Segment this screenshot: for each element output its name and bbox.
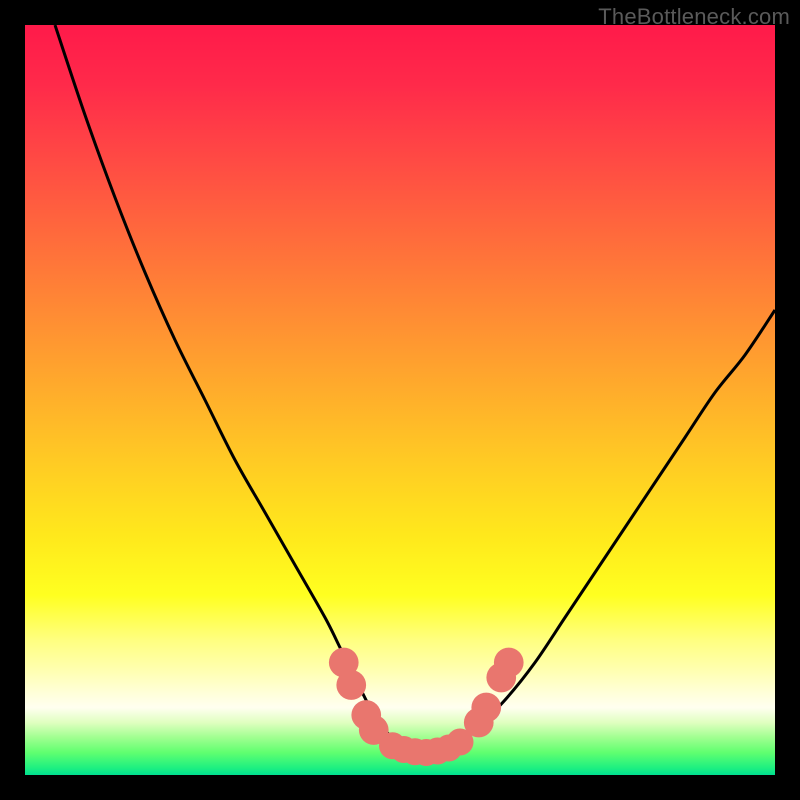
watermark-text: TheBottleneck.com [598, 4, 790, 30]
chart-container: TheBottleneck.com [0, 0, 800, 800]
marker-dot [494, 648, 524, 678]
curve-markers [329, 648, 524, 766]
marker-dot [471, 693, 501, 723]
curve-svg [25, 25, 775, 775]
marker-dot [336, 670, 366, 700]
plot-area [25, 25, 775, 775]
bottleneck-curve [55, 25, 775, 753]
